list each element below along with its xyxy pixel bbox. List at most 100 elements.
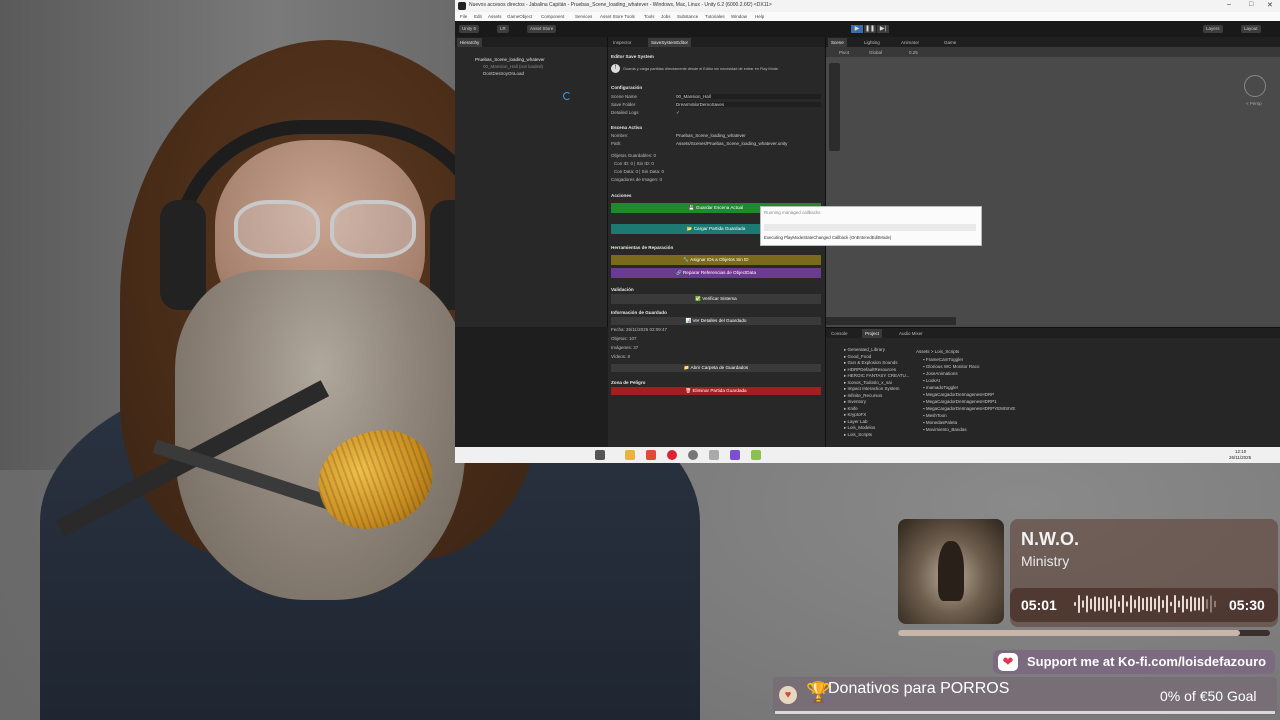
project-folder-item[interactable]: ▸ Lois_Scripts (844, 432, 872, 438)
project-folder-item[interactable]: ▸ Infinite_Recursos (844, 393, 882, 399)
menu-window[interactable]: Window (731, 14, 747, 19)
obs-icon[interactable] (667, 450, 677, 460)
menu-tools[interactable]: Tools (644, 14, 655, 19)
project-folder-item[interactable]: ▸ Inventory (844, 399, 866, 405)
tab-audio-mixer[interactable]: Audio Mixer (896, 329, 926, 338)
project-folder-item[interactable]: ▸ Impact Interaction System (844, 386, 900, 392)
branch-button[interactable]: LR (497, 25, 509, 33)
menu-services[interactable]: Services (575, 14, 592, 19)
visual-studio-icon[interactable] (730, 450, 740, 460)
hierarchy-scene-unloaded[interactable]: 00_Mansion_Hall (not loaded) (483, 64, 543, 69)
track-duration: 05:30 (1229, 597, 1265, 613)
tab-inspector[interactable]: Inspector (610, 38, 635, 47)
scene-name-field[interactable]: 00_Mansion_Hall (676, 94, 821, 99)
project-file-item[interactable]: ▪ MegaCargadorDeImagenesHDRPYEMISIVE (923, 406, 1015, 411)
project-file-item[interactable]: ▪ Glorious WC Monitor Raco (923, 364, 979, 369)
project-folder-item[interactable]: ▸ HEROIC FANTASY CREATU... (844, 373, 910, 379)
snap-value[interactable]: 0.25 (906, 48, 921, 57)
tab-game[interactable]: Game (941, 38, 959, 47)
project-folder-item[interactable]: ▸ KryptoFX (844, 412, 866, 418)
menu-help[interactable]: Help (755, 14, 764, 19)
project-folder-item[interactable]: ▸ Generated_Library (844, 347, 885, 353)
menu-tutoriales[interactable]: Tutoriales (705, 14, 725, 19)
project-folder-item[interactable]: ▸ Layer Lab (844, 419, 868, 425)
scene-gizmo-icon[interactable] (1244, 75, 1266, 97)
global-dropdown[interactable]: Global (866, 48, 885, 57)
unity-hub-icon[interactable] (688, 450, 698, 460)
asset-store-button[interactable]: Asset Store (527, 25, 557, 33)
menu-assets[interactable]: Assets (488, 14, 502, 19)
scene-tools-strip[interactable] (829, 63, 840, 151)
scene-viewport[interactable] (826, 57, 1280, 325)
unity-editor-icon[interactable] (709, 450, 719, 460)
tab-lighting[interactable]: Lighting (861, 38, 883, 47)
view-details-button[interactable]: 📊 Ver Detalles del Guardado (611, 317, 821, 325)
project-folder-item[interactable]: ▸ HDRPDefaultResources (844, 367, 896, 373)
tab-hierarchy[interactable]: Hierarchy (457, 38, 483, 47)
project-file-item[interactable]: ▪ JoseAnimations (923, 371, 958, 376)
task-view-icon[interactable] (595, 450, 605, 460)
project-file-item[interactable]: ▪ MonedasPaleta (923, 420, 957, 425)
waveform-bar (1110, 599, 1112, 609)
scene-view-panel: Scene Lighting Animator Game Pivot Globa… (826, 37, 1280, 327)
album-art (898, 519, 1004, 624)
account-button[interactable]: Unity 6 (459, 25, 480, 33)
assign-ids-button[interactable]: 🔧 Asignar IDs a Objetos Sin ID (611, 255, 821, 265)
project-folder-item[interactable]: ▸ Iconos_Todoslo_x_sai (844, 380, 892, 386)
minimize-button[interactable]: – (1227, 1, 1231, 8)
close-button[interactable]: ✕ (1267, 1, 1273, 9)
progress-dialog-bar (764, 224, 976, 231)
play-button[interactable]: ▶ (851, 25, 863, 33)
donation-title: Donativos para PORROS (828, 680, 1010, 697)
open-save-folder-button[interactable]: 📁 Abrir Carpeta de Guardados (611, 364, 821, 372)
verify-system-button[interactable]: ✅ Verificar Sistema (611, 294, 821, 304)
tab-savesystemeditor[interactable]: SaveSystemEditor (648, 38, 692, 47)
project-file-item[interactable]: ▪ LookAt (923, 378, 940, 383)
repair-references-button[interactable]: 🔗 Reparar Referencias de ObjectData (611, 268, 821, 278)
project-file-item[interactable]: ▪ mamadoToggler (923, 385, 958, 390)
menu-component[interactable]: Component (541, 14, 564, 19)
layers-dropdown[interactable]: Layers (1203, 25, 1223, 33)
project-file-item[interactable]: ▪ MegaCargadorDeImagenesHDRP1 (923, 399, 997, 404)
window-title: Nuevos accesos directos - Jabalina Capit… (469, 2, 772, 8)
kofi-text: Support me at Ko-fi.com/loisdefazouro (1027, 654, 1267, 669)
project-file-item[interactable]: ▪ MeshToon (923, 413, 947, 418)
persp-label[interactable]: < Persp (1246, 101, 1262, 106)
menu-gameobject[interactable]: GameObject (507, 14, 532, 19)
project-file-item[interactable]: ▪ FrameCamToggler (923, 357, 963, 362)
step-button[interactable]: ▶| (877, 25, 889, 33)
project-breadcrumb[interactable]: Assets > Lois_Scripts (916, 349, 959, 354)
layout-dropdown[interactable]: Layout (1241, 25, 1261, 33)
pause-button[interactable]: ❚❚ (864, 25, 876, 33)
delete-save-button[interactable]: 🗑 Eliminar Partida Guardada (611, 387, 821, 395)
tab-animator[interactable]: Animator (898, 38, 922, 47)
hierarchy-scene-root[interactable]: Pruebas_Scene_loading_whatever (475, 57, 545, 62)
waveform-bar (1090, 598, 1092, 610)
project-folder-item[interactable]: ▸ Good_Food (844, 354, 871, 360)
project-folder-item[interactable]: ▸ Lois_Modelos (844, 425, 875, 431)
tab-console[interactable]: Console (828, 329, 851, 338)
tab-project[interactable]: Project (862, 329, 883, 338)
donation-goal-text: 0% of €50 Goal (1160, 688, 1257, 704)
project-folder-item[interactable]: ▸ Gun & Explosion Sounds (844, 360, 898, 366)
project-file-item[interactable]: ▪ Movimiento_Bandas (923, 427, 967, 432)
scene-overlay-toolbar[interactable] (826, 317, 956, 325)
brave-browser-icon[interactable] (646, 450, 656, 460)
tab-scene[interactable]: Scene (828, 38, 847, 47)
notepad-icon[interactable] (751, 450, 761, 460)
menu-jobs[interactable]: Jobs (661, 14, 671, 19)
file-explorer-icon[interactable] (625, 450, 635, 460)
save-folder-field[interactable]: DreamValorDemoSaves (676, 102, 821, 107)
menu-edit[interactable]: Edit (474, 14, 482, 19)
hierarchy-dontdestroy[interactable]: DontDestroyOnLoad (483, 71, 524, 76)
detailed-logs-checkbox[interactable]: ✓ (676, 110, 680, 116)
maximize-button[interactable]: □ (1249, 1, 1253, 8)
menu-substance[interactable]: Substance (677, 14, 698, 19)
project-folder-item[interactable]: ▸ Knife (844, 406, 858, 412)
menu-file[interactable]: File (460, 14, 467, 19)
pivot-dropdown[interactable]: Pivot (836, 48, 852, 57)
project-file-item[interactable]: ▪ MegaCargadorDeImagenesHDRP (923, 392, 994, 397)
menu-asset-store-tools[interactable]: Asset Store Tools (600, 14, 635, 19)
scene-name-row-label: Nombre: (611, 133, 629, 138)
with-id-count: Con ID: 0 | Sin ID: 0 (614, 161, 654, 166)
